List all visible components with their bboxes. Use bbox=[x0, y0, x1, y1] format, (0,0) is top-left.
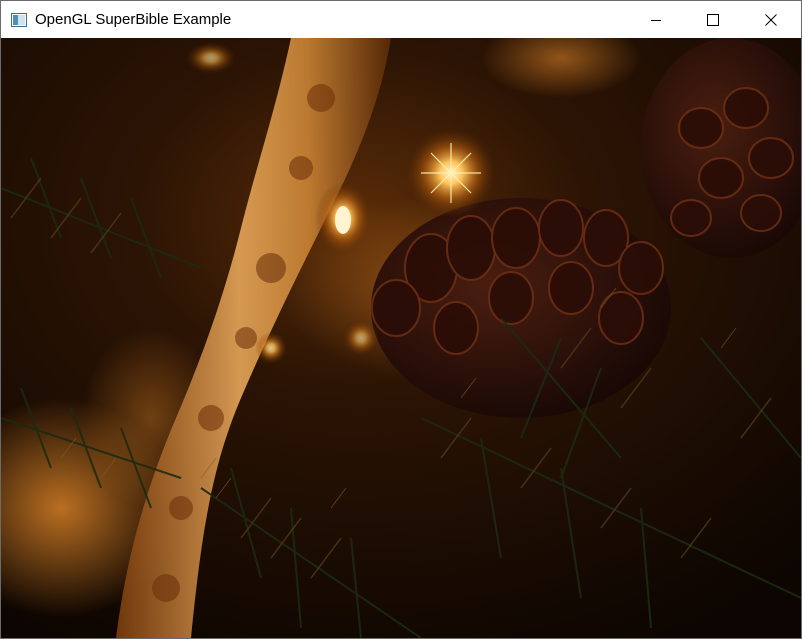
minimize-button[interactable] bbox=[633, 1, 679, 38]
minimize-icon bbox=[650, 14, 662, 26]
opengl-render-viewport[interactable] bbox=[1, 38, 801, 638]
close-button[interactable] bbox=[748, 1, 794, 38]
rendered-hdr-texture-image bbox=[1, 38, 801, 638]
maximize-button[interactable] bbox=[690, 1, 736, 38]
close-icon bbox=[765, 13, 777, 26]
app-window: OpenGL SuperBible Example bbox=[0, 0, 802, 639]
opengl-window-icon bbox=[11, 12, 27, 28]
title-bar[interactable]: OpenGL SuperBible Example bbox=[1, 1, 801, 38]
window-title: OpenGL SuperBible Example bbox=[35, 11, 232, 28]
maximize-icon bbox=[707, 13, 719, 26]
